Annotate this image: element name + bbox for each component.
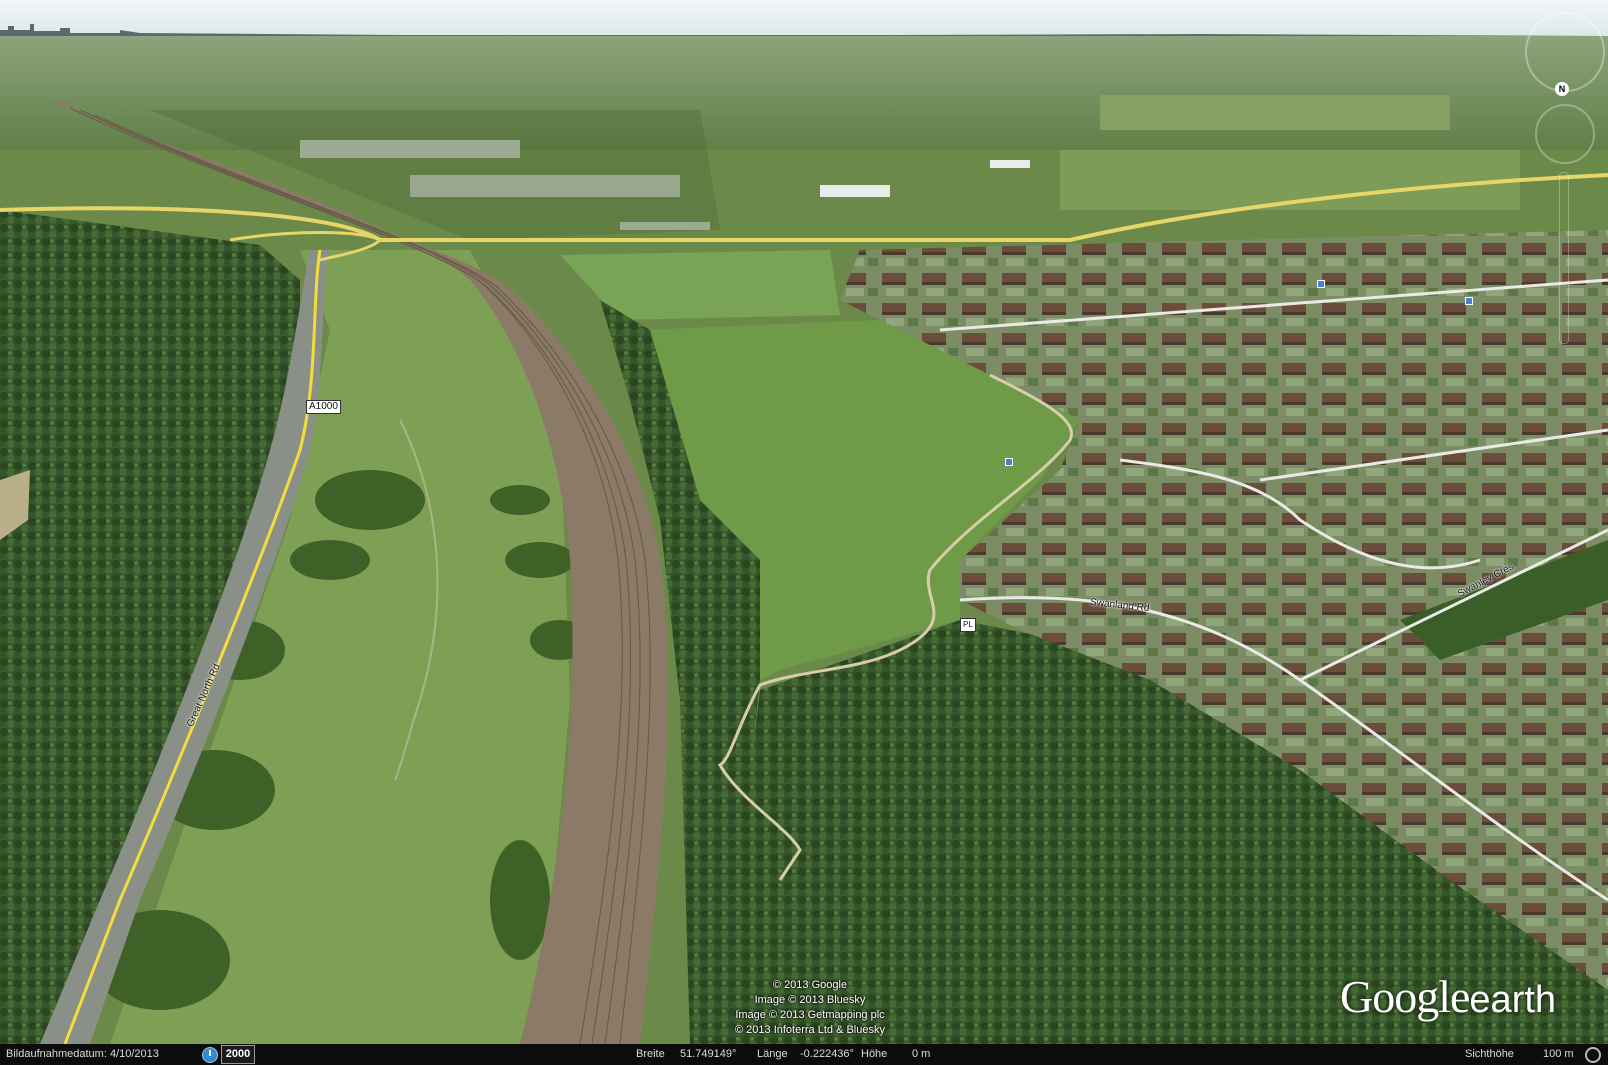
imagery-attribution: © 2013 Google Image © 2013 Bluesky Image… (700, 978, 920, 1038)
historical-year-box[interactable]: 2000 (221, 1045, 255, 1064)
logo-earth: earth (1469, 979, 1557, 1021)
google-earth-logo: Googleearth (1340, 970, 1556, 1023)
sky (0, 0, 1608, 38)
altitude-label: Höhe (861, 1048, 888, 1060)
attribution-line: © 2013 Infoterra Ltd & Bluesky (735, 1024, 885, 1036)
latitude-label: Breite (636, 1048, 665, 1060)
historical-imagery-clock-icon[interactable] (202, 1047, 218, 1063)
aerial-imagery[interactable] (0, 0, 1608, 1065)
north-indicator[interactable]: N (1555, 82, 1569, 96)
longitude-label: Länge (757, 1048, 788, 1060)
attribution-line: © 2013 Google (772, 979, 848, 991)
status-bar: Bildaufnahmedatum: 4/10/2013 2000 Breite… (0, 1044, 1608, 1065)
navigation-controls[interactable]: N (1525, 12, 1605, 352)
eye-altitude-label: Sichthöhe (1465, 1048, 1514, 1060)
altitude-value: 0 m (912, 1048, 931, 1060)
streaming-status-icon (1585, 1047, 1601, 1063)
zoom-slider[interactable] (1559, 172, 1569, 344)
longitude-value: -0.222436° (800, 1048, 854, 1060)
imagery-date: Bildaufnahmedatum: 4/10/2013 (6, 1048, 159, 1060)
attribution-line: Image © 2013 Getmapping plc (735, 1009, 885, 1021)
move-joystick[interactable] (1535, 104, 1595, 164)
attribution-line: Image © 2013 Bluesky (754, 994, 866, 1006)
path-marker: PL (960, 618, 976, 632)
logo-google: Google (1340, 971, 1470, 1022)
road-shield-a1000: A1000 (306, 400, 341, 414)
poi-marker[interactable] (1005, 458, 1013, 466)
look-around-ring[interactable] (1525, 12, 1605, 92)
latitude-value: 51.749149° (680, 1048, 737, 1060)
poi-marker[interactable] (1317, 280, 1325, 288)
poi-marker[interactable] (1465, 297, 1473, 305)
map-viewport[interactable]: A1000 Great North Rd Swanland Rd Swanley… (0, 0, 1608, 1065)
eye-altitude-value: 100 m (1543, 1048, 1574, 1060)
